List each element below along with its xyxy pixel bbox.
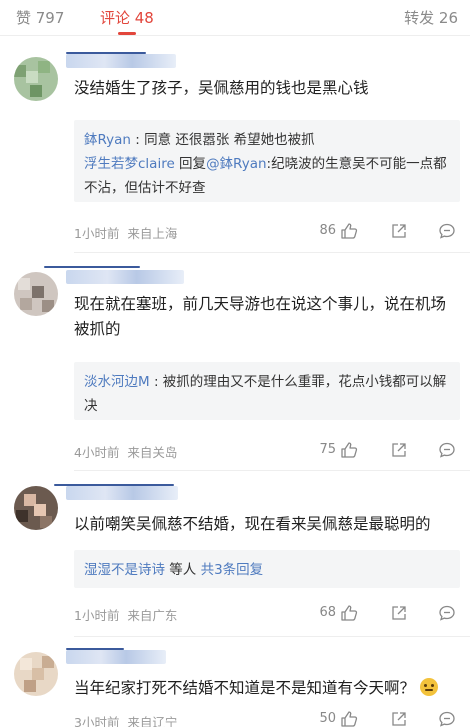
tab-reposts[interactable]: 转发 26 [404,7,458,28]
share-icon[interactable] [390,441,408,459]
comment-source: 来自广东 [127,608,178,623]
reply-thread[interactable]: 淡水河边M : 被抓的理由又不是什么重罪，花点小钱都可以解决 [74,362,460,420]
avatar[interactable] [14,57,58,101]
comment-text-body: 当年纪家打死不结婚不知道是不是知道有今天啊？ [74,679,416,697]
comment-source: 来自关岛 [127,445,178,460]
like-count: 68 [319,605,336,620]
reply-icon[interactable] [438,710,456,727]
username-redacted[interactable] [66,486,178,500]
redaction-stroke [44,266,140,268]
comment-meta: 1小时前 来自上海 [74,223,177,242]
reply-icon[interactable] [438,222,456,240]
share-icon[interactable] [390,710,408,727]
avatar[interactable] [14,272,58,316]
active-tab-indicator [118,32,136,35]
redaction-stroke [54,484,174,486]
reply-icon[interactable] [438,604,456,622]
comment-item: 没结婚生了孩子，吴佩慈用的钱也是黑心钱 鉢Ryan : 同意 还很嚣张 希望她也… [0,40,470,254]
thumb-up-icon[interactable] [340,441,358,459]
comment-actions: 50 [308,710,458,727]
comment-actions: 86 [308,222,458,242]
share-icon[interactable] [390,222,408,240]
username-redacted[interactable] [66,270,184,284]
comment-time: 3小时前 [74,715,120,727]
like-count: 50 [319,711,336,726]
reply-thread[interactable]: 鉢Ryan : 同意 还很嚣张 希望她也被抓 浮生若梦claire 回复@鉢Ry… [74,120,460,202]
comment-meta: 3小时前 来自辽宁 [74,712,177,727]
comment-time: 1小时前 [74,226,120,241]
comment-text: 以前嘲笑吴佩慈不结婚，现在看来吴佩慈是最聪明的 [74,515,431,533]
comment-meta: 4小时前 来自关岛 [74,442,177,461]
avatar[interactable] [14,486,58,530]
like-count: 86 [319,223,336,238]
reply-item: 浮生若梦claire 回复@鉢Ryan:纪晓波的生意吴不可能一点都不沾，但估计不… [84,152,450,200]
comment-meta: 1小时前 来自广东 [74,605,177,624]
more-replies-link[interactable]: 共3条回复 [201,562,264,578]
divider [74,252,470,253]
reply-item: 淡水河边M : 被抓的理由又不是什么重罪，花点小钱都可以解决 [84,370,450,418]
reply-thread[interactable]: 湿湿不是诗诗 等人 共3条回复 [74,550,460,588]
reply-username[interactable]: 湿湿不是诗诗 [84,562,165,578]
comment-text: 没结婚生了孩子，吴佩慈用的钱也是黑心钱 [74,79,369,97]
comment-tabs: 赞 797 评论 48 转发 26 [0,0,470,36]
redaction-stroke [66,648,124,650]
reply-item: 鉢Ryan : 同意 还很嚣张 希望她也被抓 [84,128,450,152]
reply-text: : 同意 还很嚣张 希望她也被抓 [130,132,315,148]
comment-time: 4小时前 [74,445,120,460]
thinking-face-emoji-icon [419,678,438,696]
reply-username[interactable]: 浮生若梦claire [84,156,175,172]
avatar[interactable] [14,652,58,696]
reply-username[interactable]: 鉢Ryan [84,132,131,148]
divider [74,470,470,471]
comment-text: 现在就在塞班，前几天导游也在说这个事儿，说在机场被抓的 [74,295,447,338]
thumb-up-icon[interactable] [340,222,358,240]
comment-actions: 75 [308,441,458,461]
redaction-stroke [66,52,146,54]
thumb-up-icon[interactable] [340,604,358,622]
comment-time: 1小时前 [74,608,120,623]
thumb-up-icon[interactable] [340,710,358,727]
comment-item: 当年纪家打死不结婚不知道是不是知道有今天啊？ 3小时前 来自辽宁 50 [0,640,470,727]
username-redacted[interactable] [66,650,166,664]
reply-connector: 回复 [174,156,207,172]
tab-comments[interactable]: 评论 48 [100,7,154,28]
comment-actions: 68 [308,604,458,624]
divider [74,636,470,637]
reply-username[interactable]: 淡水河边M [84,374,150,390]
username-redacted[interactable] [66,54,176,68]
comment-item: 现在就在塞班，前几天导游也在说这个事儿，说在机场被抓的 淡水河边M : 被抓的理… [0,256,470,471]
share-icon[interactable] [390,604,408,622]
comment-text: 当年纪家打死不结婚不知道是不是知道有今天啊？ [74,676,458,701]
tab-likes[interactable]: 赞 797 [16,7,64,28]
comment-item: 以前嘲笑吴佩慈不结婚，现在看来吴佩慈是最聪明的 湿湿不是诗诗 等人 共3条回复 … [0,472,470,638]
comment-source: 来自辽宁 [127,715,178,727]
comment-source: 来自上海 [127,226,178,241]
like-count: 75 [319,442,336,457]
reply-connector: 等人 [165,562,201,578]
reply-icon[interactable] [438,441,456,459]
reply-mention[interactable]: @鉢Ryan [206,156,266,172]
